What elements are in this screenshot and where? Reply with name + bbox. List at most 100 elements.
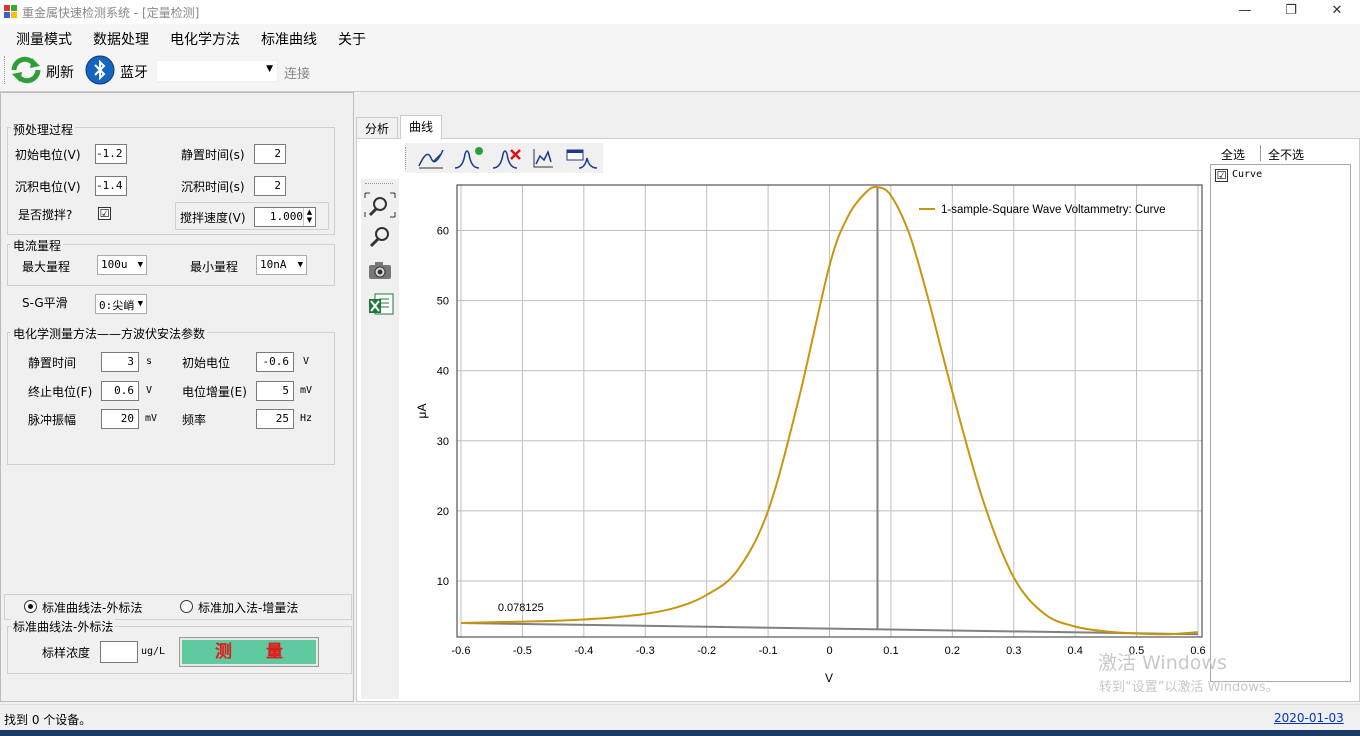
deposit-time-input[interactable]: 2 xyxy=(254,176,286,196)
method-rest-time-input[interactable]: 3 xyxy=(101,352,139,372)
menu-standard-curve[interactable]: 标准曲线 xyxy=(261,29,317,49)
x-tick-labels: -0.6 -0.5 -0.4 -0.3 -0.2 -0.1 0 0.1 0.2 0.3 0.4 0.5… xyxy=(452,645,1206,657)
method-init-potential-unit: V xyxy=(303,356,310,367)
deposit-potential-input[interactable]: -1.4 xyxy=(95,176,127,196)
series-item-checkbox[interactable]: ☑ xyxy=(1215,169,1228,182)
close-button[interactable]: ✕ xyxy=(1314,0,1360,24)
y-tick-label: 10 xyxy=(437,576,449,588)
series-item[interactable]: ☑ Curve xyxy=(1214,168,1334,184)
radio-standard-addition[interactable]: 标准加入法-增量法 xyxy=(180,599,340,615)
left-panel: 预处理过程 初始电位(V) -1.2 静置时间(s) 2 沉积电位(V) -1.… xyxy=(0,92,354,702)
chart-grid xyxy=(457,185,1202,637)
current-range-title: 电流量程 xyxy=(11,237,64,254)
radio-external-standard[interactable]: 标准曲线法-外标法 xyxy=(24,599,184,615)
export-excel-icon[interactable] xyxy=(367,291,395,317)
stir-speed-spinner[interactable]: ▲ ▼ xyxy=(303,208,315,226)
tab-curve[interactable]: 曲线 xyxy=(400,115,443,139)
bluetooth-label: 蓝牙 xyxy=(120,65,148,81)
tab-analysis[interactable]: 分析 xyxy=(356,117,399,138)
menu-data-processing[interactable]: 数据处理 xyxy=(93,29,149,49)
amplitude-unit: mV xyxy=(145,413,158,424)
x-tick-label: 0.2 xyxy=(945,645,960,657)
frequency-label: 频率 xyxy=(182,413,207,427)
side-toolbar-grip xyxy=(365,183,393,185)
delete-peak-icon[interactable] xyxy=(491,146,523,170)
refresh-button[interactable]: 刷新 xyxy=(10,54,78,86)
maximize-button[interactable]: ❐ xyxy=(1268,0,1314,24)
measure-button[interactable]: 测 量 xyxy=(179,637,319,667)
status-bar: 找到 0 个设备。 2020-01-03 xyxy=(0,704,1360,730)
min-range-value: 10nA xyxy=(260,258,287,271)
smoothing-value: 0:尖峭 xyxy=(99,299,135,312)
status-message: 找到 0 个设备。 xyxy=(4,713,92,727)
ble-device-select[interactable]: ▼ xyxy=(156,60,278,82)
x-tick-label: 0.4 xyxy=(1068,645,1083,657)
increment-input[interactable]: 5 xyxy=(256,381,294,401)
increment-label: 电位增量(E) xyxy=(182,385,247,399)
x-tick-label: -0.6 xyxy=(452,645,471,657)
conc-input[interactable] xyxy=(100,641,138,663)
stir-checkbox[interactable]: ☑ xyxy=(98,207,111,220)
end-potential-input[interactable]: 0.6 xyxy=(101,381,139,401)
menu-electrochem-method[interactable]: 电化学方法 xyxy=(170,29,240,49)
stir-speed-label: 搅拌速度(V) xyxy=(180,211,246,225)
radio-external-dot xyxy=(24,600,37,613)
baseline-icon[interactable] xyxy=(531,146,555,170)
rest-time-label: 静置时间(s) xyxy=(181,148,245,162)
connect-button[interactable]: 连接 xyxy=(284,63,310,82)
conc-unit: ug/L xyxy=(141,646,166,657)
x-tick-label: -0.4 xyxy=(574,645,593,657)
zoom-icon[interactable] xyxy=(367,225,393,249)
amplitude-label: 脉冲振幅 xyxy=(28,413,77,427)
x-tick-label: -0.1 xyxy=(759,645,778,657)
rest-time-input[interactable]: 2 xyxy=(254,144,286,164)
chart-settings-icon[interactable] xyxy=(565,146,599,170)
x-axis-label: V xyxy=(825,671,833,685)
init-potential-input[interactable]: -1.2 xyxy=(95,144,127,164)
select-none-button[interactable]: 全不选 xyxy=(1268,146,1304,163)
minimize-button[interactable]: — xyxy=(1222,0,1268,24)
series-item-label: Curve xyxy=(1232,169,1263,180)
menu-measure-mode[interactable]: 测量模式 xyxy=(16,29,72,49)
add-peak-icon[interactable] xyxy=(453,146,485,170)
x-tick-label: 0.1 xyxy=(883,645,898,657)
method-title: 电化学测量方法——方波伏安法参数 xyxy=(11,325,208,342)
max-range-value: 100u xyxy=(101,258,128,271)
smoothing-select[interactable]: 0:尖峭 ▼ xyxy=(95,294,147,314)
amplitude-input[interactable]: 20 xyxy=(101,409,139,429)
radio-addition-dot xyxy=(180,600,193,613)
frequency-input[interactable]: 25 xyxy=(256,409,294,429)
calibration-title: 标准曲线法-外标法 xyxy=(11,618,116,635)
chevron-down-icon: ▼ xyxy=(297,260,303,270)
y-tick-label: 50 xyxy=(437,296,449,308)
camera-icon[interactable] xyxy=(367,259,393,281)
max-range-select[interactable]: 100u ▼ xyxy=(97,255,147,275)
chart-toolbar-grip xyxy=(405,147,407,169)
deposit-time-label: 沉积时间(s) xyxy=(181,180,245,194)
max-range-label: 最大量程 xyxy=(22,260,71,274)
frequency-unit: Hz xyxy=(300,413,313,424)
chevron-down-icon: ▼ xyxy=(137,260,143,270)
conc-label: 标样浓度 xyxy=(42,646,91,660)
draw-curve-icon[interactable] xyxy=(417,146,445,170)
min-range-select[interactable]: 10nA ▼ xyxy=(256,255,307,275)
window-title: 重金属快速检测系统 - [定量检测] xyxy=(22,6,200,20)
method-init-potential-input[interactable]: -0.6 xyxy=(256,352,294,372)
legend-label: 1-sample-Square Wave Voltammetry: Curve xyxy=(941,204,1166,216)
bluetooth-icon xyxy=(85,55,115,85)
peak-annotation: 0.078125 xyxy=(498,602,544,614)
series-checklist: ☑ Curve xyxy=(1210,164,1351,682)
zoom-fit-icon[interactable] xyxy=(363,191,397,219)
increment-unit: mV xyxy=(300,385,313,396)
refresh-label: 刷新 xyxy=(46,65,74,81)
app-icon xyxy=(4,5,17,18)
chevron-down-icon: ▼ xyxy=(266,64,273,74)
pretreatment-title: 预处理过程 xyxy=(11,121,76,138)
bluetooth-button[interactable]: 蓝牙 xyxy=(85,54,153,86)
smoothing-label: S-G平滑 xyxy=(22,296,68,310)
status-date-link[interactable]: 2020-01-03 xyxy=(1274,711,1344,725)
chevron-down-icon: ▼ xyxy=(137,299,143,309)
radio-addition-label: 标准加入法-增量法 xyxy=(198,601,299,615)
menu-about[interactable]: 关于 xyxy=(338,29,366,49)
select-all-button[interactable]: 全选 xyxy=(1221,146,1245,163)
